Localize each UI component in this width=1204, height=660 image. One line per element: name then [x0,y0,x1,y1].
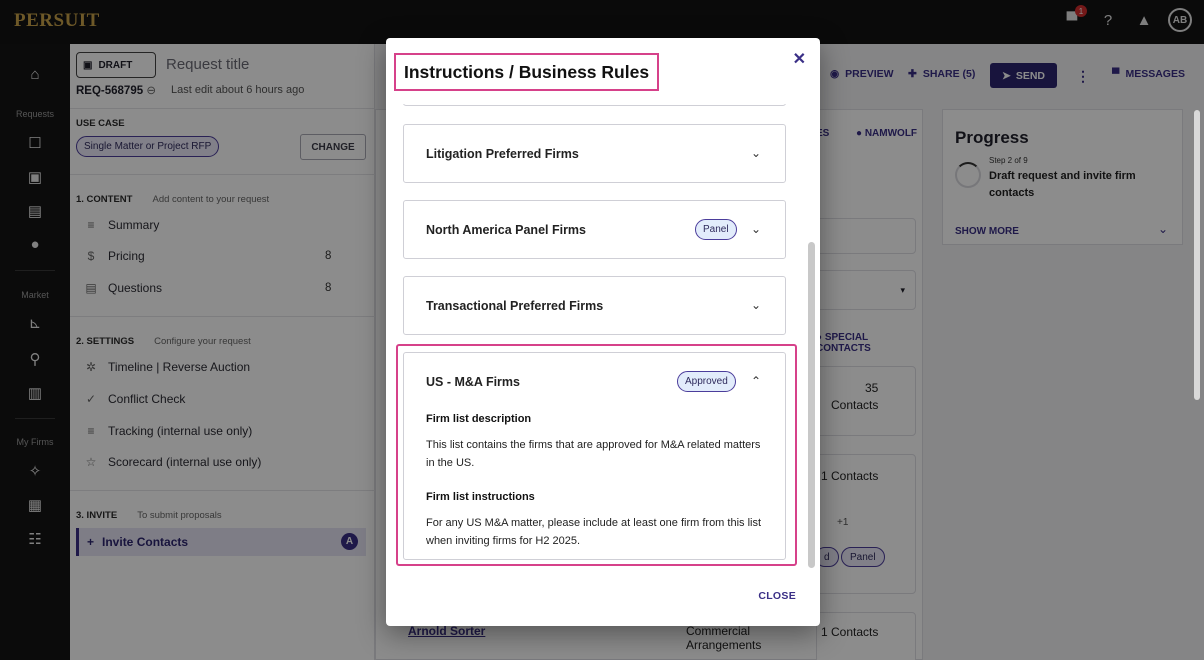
modal-title-highlight: Instructions / Business Rules [394,53,660,91]
close-icon[interactable]: ✕ [793,49,806,69]
accordion-na-panel[interactable]: North America Panel Firms Panel ⌄ [403,200,786,259]
accordion-title: Transactional Preferred Firms [426,299,604,313]
modal-scrollbar[interactable] [808,242,815,568]
us-ma-highlight [396,344,797,566]
close-button[interactable]: CLOSE [758,590,796,602]
accordion-title: Litigation Preferred Firms [426,147,579,161]
accordion-item-partial[interactable] [403,104,786,106]
accordion-title: North America Panel Firms [426,223,587,237]
chevron-down-icon[interactable]: ⌄ [751,298,761,312]
panel-chip: Panel [695,219,737,240]
page-scrollbar[interactable] [1194,110,1200,400]
chevron-down-icon[interactable]: ⌄ [751,146,761,160]
accordion-transactional[interactable]: Transactional Preferred Firms ⌄ [403,276,786,335]
accordion-litigation[interactable]: Litigation Preferred Firms ⌄ [403,124,786,183]
chevron-down-icon[interactable]: ⌄ [751,222,761,236]
business-rules-modal: Instructions / Business Rules ✕ Litigati… [386,38,820,626]
modal-title: Instructions / Business Rules [404,61,650,82]
